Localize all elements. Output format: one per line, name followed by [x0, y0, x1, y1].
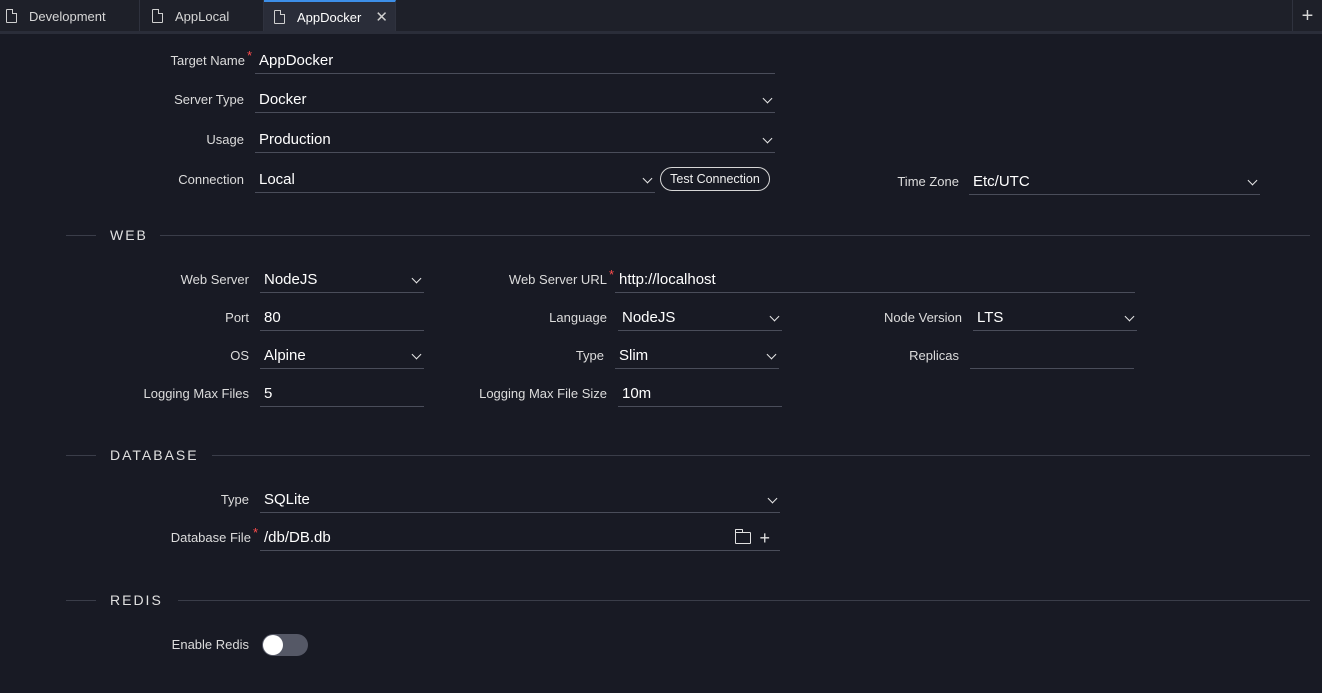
chevron-down-icon	[1247, 175, 1258, 185]
os-select[interactable]: Alpine	[260, 343, 424, 369]
plus-icon[interactable]: +	[759, 529, 770, 547]
web-server-url-input[interactable]: http://localhost	[615, 267, 1135, 293]
database-type-label: Type	[220, 492, 249, 507]
replicas-label: Replicas	[909, 348, 959, 363]
section-divider	[178, 600, 1310, 601]
section-divider	[160, 235, 1310, 236]
usage-label: Usage	[206, 132, 244, 147]
tab-label: AppDocker	[297, 9, 362, 25]
chevron-down-icon	[766, 349, 777, 359]
tab-development[interactable]: Development	[0, 0, 140, 32]
document-icon	[274, 10, 285, 24]
tab-applocal[interactable]: AppLocal	[140, 0, 264, 32]
tab-bar: Development AppLocal AppDocker ✕ +	[0, 0, 1322, 33]
section-divider	[66, 600, 96, 601]
chevron-down-icon	[1124, 311, 1135, 321]
required-mark: *	[246, 48, 252, 63]
folder-open-icon[interactable]	[735, 528, 752, 544]
section-divider	[66, 235, 96, 236]
server-type-label: Server Type	[174, 92, 244, 107]
chevron-down-icon	[642, 173, 653, 183]
tab-label: Development	[29, 8, 106, 24]
type-select[interactable]: Slim	[615, 343, 779, 369]
server-type-select[interactable]: Docker	[255, 87, 775, 113]
chevron-down-icon	[411, 349, 422, 359]
replicas-input[interactable]	[970, 343, 1134, 369]
tab-label: AppLocal	[175, 8, 230, 24]
port-label: Port	[225, 310, 249, 325]
target-name-input[interactable]: AppDocker	[255, 48, 775, 74]
language-label: Language	[549, 310, 607, 325]
chevron-down-icon	[767, 493, 778, 503]
type-label: Type	[575, 348, 604, 363]
tab-appdocker[interactable]: AppDocker ✕	[264, 0, 396, 32]
chevron-down-icon	[762, 93, 773, 103]
close-icon[interactable]: ✕	[375, 8, 388, 26]
web-server-label: Web Server	[180, 272, 249, 287]
enable-redis-label: Enable Redis	[171, 637, 249, 652]
document-icon	[152, 9, 163, 23]
time-zone-select[interactable]: Etc/UTC	[969, 169, 1260, 195]
section-divider	[212, 455, 1310, 456]
node-version-select[interactable]: LTS	[973, 305, 1137, 331]
enable-redis-toggle[interactable]	[262, 634, 308, 656]
required-mark: *	[252, 525, 258, 540]
tab-underbar	[0, 31, 1322, 34]
logging-max-files-input[interactable]: 5	[260, 381, 424, 407]
redis-section-title: REDIS	[110, 592, 163, 608]
logging-max-file-size-input[interactable]: 10m	[618, 381, 782, 407]
chevron-down-icon	[762, 133, 773, 143]
toggle-knob	[263, 635, 283, 655]
node-version-label: Node Version	[883, 310, 962, 325]
web-server-url-label: Web Server URL *	[508, 267, 614, 287]
port-input[interactable]: 80	[260, 305, 424, 331]
document-icon	[6, 9, 17, 23]
chevron-down-icon	[769, 311, 780, 321]
connection-select[interactable]: Local	[255, 167, 655, 193]
target-name-label: Target Name *	[170, 48, 252, 68]
plus-icon: +	[1301, 4, 1314, 27]
usage-select[interactable]: Production	[255, 127, 775, 153]
database-file-input[interactable]: /db/DB.db +	[260, 525, 780, 551]
database-type-select[interactable]: SQLite	[260, 487, 780, 513]
chevron-down-icon	[411, 273, 422, 283]
database-file-label: Database File *	[170, 525, 258, 545]
test-connection-button[interactable]: Test Connection	[660, 167, 770, 191]
add-tab-button[interactable]: +	[1292, 0, 1322, 32]
database-section-title: DATABASE	[110, 447, 199, 463]
web-section-title: WEB	[110, 227, 148, 243]
section-divider	[66, 455, 96, 456]
required-mark: *	[608, 267, 614, 282]
logging-max-file-size-label: Logging Max File Size	[479, 386, 607, 401]
web-server-select[interactable]: NodeJS	[260, 267, 424, 293]
time-zone-label: Time Zone	[897, 174, 959, 189]
language-select[interactable]: NodeJS	[618, 305, 782, 331]
logging-max-files-label: Logging Max Files	[143, 386, 250, 401]
os-label: OS	[230, 348, 249, 363]
connection-label: Connection	[178, 172, 244, 187]
